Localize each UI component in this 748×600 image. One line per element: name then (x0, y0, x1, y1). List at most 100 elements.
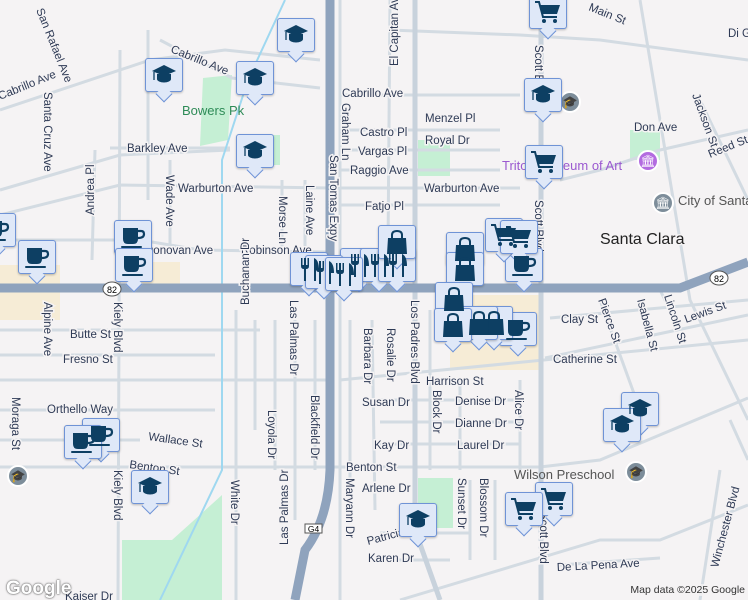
school-icon (282, 22, 310, 48)
google-logo: Google (6, 578, 72, 599)
school-marker[interactable] (399, 503, 437, 537)
street-label: Morse Ln (276, 196, 288, 244)
street-label: Isabella St (634, 298, 660, 354)
street-label: Royal Dr (425, 135, 470, 147)
street-label: Blossom Dr (477, 478, 489, 538)
coffee-marker[interactable] (64, 425, 102, 459)
shopping-bag-marker[interactable] (434, 308, 472, 342)
school-marker[interactable] (277, 18, 315, 52)
street-label: Benton St (346, 462, 397, 474)
shopping-cart-marker[interactable] (505, 492, 543, 526)
school-icon (241, 65, 269, 91)
school-icon (404, 507, 432, 533)
street-label: Block Dr (430, 390, 442, 434)
school-poi-icon[interactable]: 🎓 (559, 91, 581, 113)
school-icon (241, 138, 269, 164)
shopping-bag-marker[interactable] (378, 225, 416, 259)
coffee-marker[interactable] (115, 248, 153, 282)
street-label: Santa Cruz Ave (41, 92, 53, 172)
preschool-poi-icon[interactable]: 🎓 (625, 461, 647, 483)
street-label: Alpine Ave (41, 302, 53, 356)
preschool-label[interactable]: Wilson Preschool (514, 467, 615, 482)
street-label: Wallace St (148, 431, 204, 451)
school-marker[interactable] (236, 61, 274, 95)
street-label: Karen Dr (368, 553, 414, 565)
street-label: El Capitan Ave (389, 0, 401, 66)
street-label: Maryann Dr (343, 478, 355, 538)
map-canvas[interactable]: 82 82 G4 Cabrillo Ave Cabrillo Ave Cabri… (0, 0, 748, 600)
map-attribution[interactable]: Map data ©2025 Google (627, 584, 748, 596)
street-label: Warburton Ave (178, 183, 253, 195)
street-label: Sunset Dr (455, 478, 467, 529)
coffee-icon (23, 244, 51, 270)
street-label: Denise Dr (455, 396, 506, 408)
school-marker[interactable] (145, 58, 183, 92)
shopping-bag-icon (451, 256, 479, 282)
shopping-bag-marker[interactable] (446, 252, 484, 286)
shopping-bag-icon (465, 310, 493, 336)
city-hall-label[interactable]: City of Santa Clara City Hall (678, 193, 748, 208)
city-hall-poi-icon[interactable]: 🏛 (652, 192, 674, 214)
school-poi-icon[interactable]: 🎓 (7, 465, 29, 487)
shield-82-east: 82 (714, 274, 724, 284)
school-marker[interactable] (524, 78, 562, 112)
school-icon (136, 474, 164, 500)
coffee-icon (504, 316, 532, 342)
street-label: Cabrillo Ave (342, 88, 403, 100)
school-marker[interactable] (131, 470, 169, 504)
street-label: De La Pena Ave (557, 558, 640, 574)
shopping-bag-icon (440, 286, 468, 312)
street-label: Fresno St (63, 354, 114, 366)
restaurant-icon (383, 252, 411, 278)
street-label: Buchanan Dr (240, 238, 252, 305)
shopping-cart-icon (510, 496, 538, 522)
shopping-cart-marker[interactable] (500, 220, 538, 254)
street-label: Raggio Ave (350, 165, 409, 177)
coffee-icon (69, 429, 97, 455)
coffee-icon (120, 252, 148, 278)
street-label: San Tomas Expy (327, 155, 339, 241)
park-label[interactable]: Bowers Pk (182, 103, 245, 118)
coffee-marker[interactable] (114, 220, 152, 254)
street-label: Andrea Pl (85, 164, 97, 215)
shield-g4: G4 (308, 524, 320, 534)
street-label: Harrison St (426, 376, 484, 388)
shopping-cart-marker[interactable] (525, 145, 563, 179)
street-label: Barbara Dr (361, 328, 373, 384)
shield-82: 82 (107, 285, 117, 295)
coffee-marker[interactable] (505, 248, 543, 282)
street-label: Alice Dr (512, 390, 524, 430)
school-marker[interactable] (603, 408, 641, 442)
shopping-cart-marker[interactable] (535, 482, 573, 516)
street-label: Warburton Ave (424, 183, 499, 195)
shopping-cart-marker[interactable] (529, 0, 567, 29)
street-label: Butte St (70, 329, 112, 341)
street-label: Arlene Dr (362, 483, 411, 495)
coffee-marker[interactable] (18, 240, 56, 274)
street-label: Los Padres Blvd (408, 300, 420, 384)
school-marker[interactable] (236, 134, 274, 168)
museum-poi-icon[interactable]: 🏛 (637, 150, 659, 172)
street-label: Vargas Pl (358, 146, 407, 158)
street-label: Dianne Dr (455, 418, 507, 430)
restaurant-marker[interactable] (325, 257, 363, 291)
coffee-icon (510, 252, 538, 278)
street-label: Castro Pl (360, 127, 407, 139)
street-label: Main St (587, 2, 628, 28)
street-label: Susan Dr (362, 397, 410, 409)
street-label: Fatjo Pl (365, 201, 404, 213)
school-icon (529, 82, 557, 108)
coffee-marker[interactable] (0, 213, 16, 247)
street-label: Loyola Dr (265, 410, 277, 459)
street-label: Las Palmas Dr (287, 300, 299, 376)
street-label: Barkley Ave (127, 143, 188, 155)
school-icon (608, 412, 636, 438)
city-label: Santa Clara (600, 231, 685, 248)
street-label: White Dr (228, 480, 240, 525)
street-label: Kiely Blvd (111, 470, 123, 521)
street-label: Kay Dr (374, 440, 409, 452)
street-label: Wade Ave (163, 175, 175, 227)
shopping-bag-icon (383, 229, 411, 255)
street-label: Catherine St (553, 354, 618, 366)
restaurant-icon (330, 261, 358, 287)
